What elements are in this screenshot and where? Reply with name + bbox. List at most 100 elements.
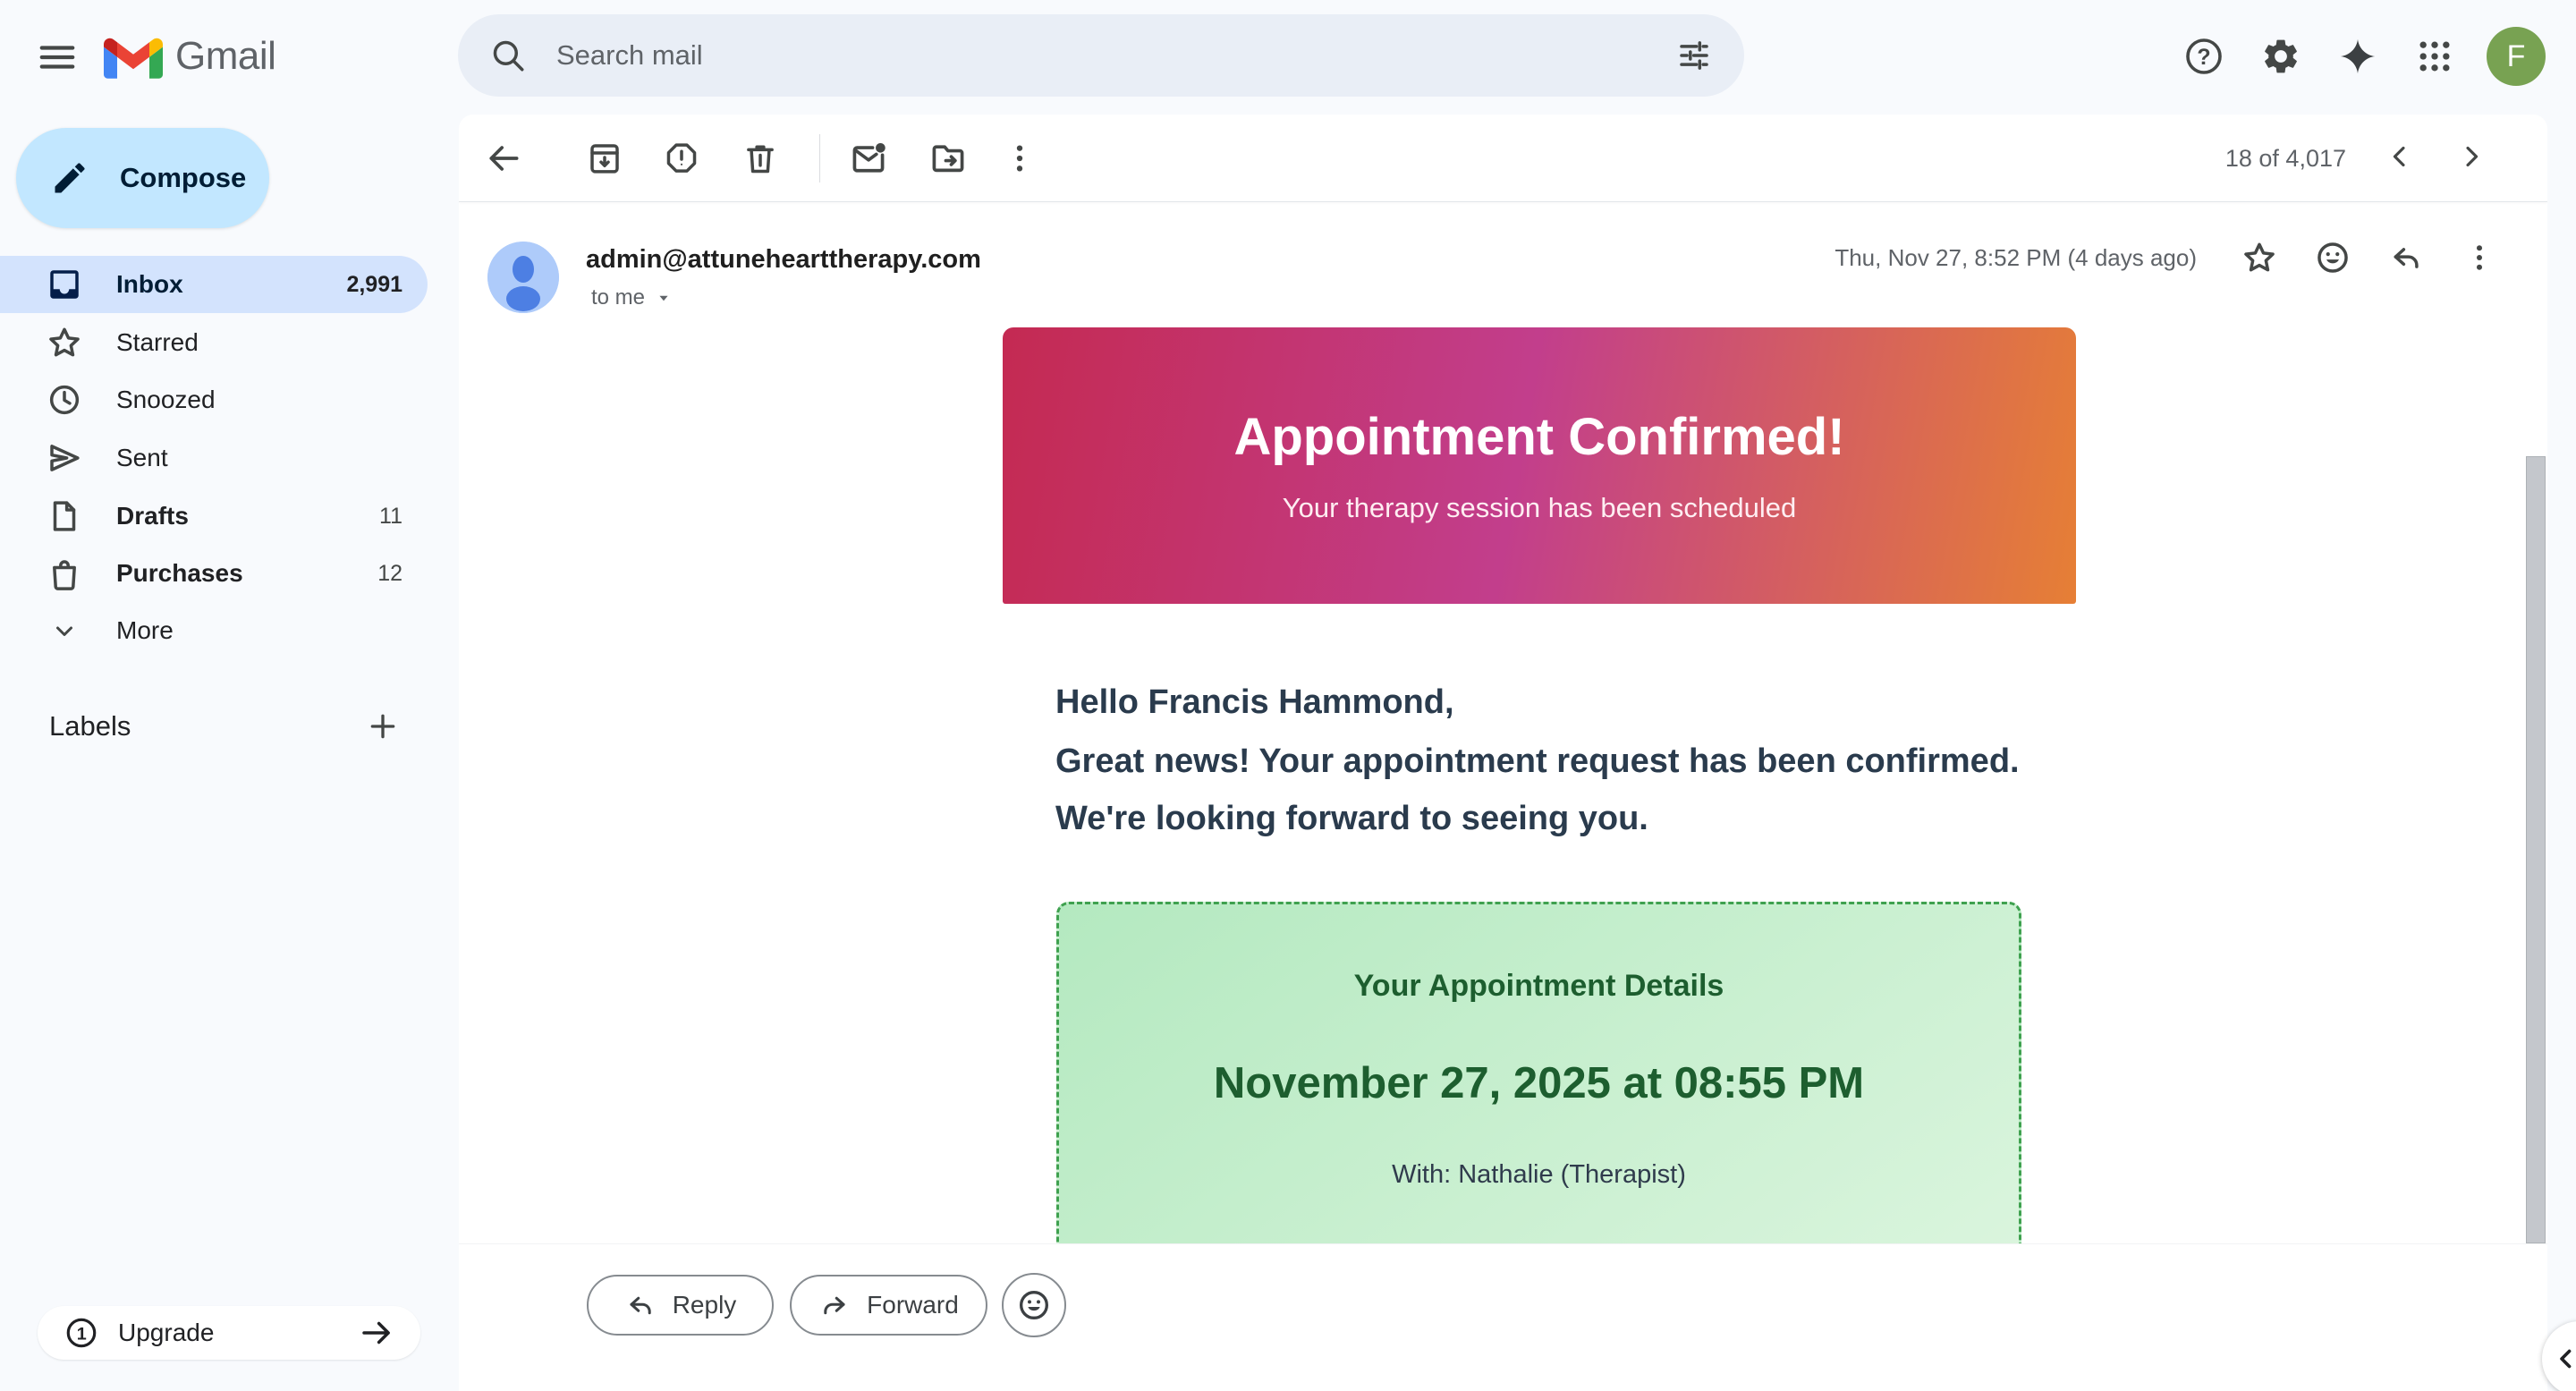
email-banner: Appointment Confirmed! Your therapy sess… bbox=[1003, 327, 2076, 604]
scrollbar-thumb[interactable] bbox=[2526, 456, 2546, 1243]
newer-email-button[interactable] bbox=[2375, 131, 2425, 182]
sidebar-item-starred[interactable]: Starred bbox=[0, 314, 428, 371]
sidebar-item-count: 2,991 bbox=[346, 272, 402, 298]
circled-one-icon: 1 bbox=[64, 1316, 98, 1350]
labels-heading: Labels bbox=[49, 710, 131, 742]
recipient-label: to me bbox=[591, 285, 645, 310]
mail-pane: 18 of 4,017 admin@attunehearttherapy.com… bbox=[459, 115, 2547, 1391]
tune-icon bbox=[1675, 37, 1713, 74]
plus-icon bbox=[365, 708, 401, 744]
svg-text:1: 1 bbox=[77, 1324, 87, 1344]
arrow-right-icon bbox=[358, 1314, 395, 1352]
svg-text:?: ? bbox=[2197, 45, 2210, 70]
appointment-details-box: Your Appointment Details November 27, 20… bbox=[1056, 902, 2021, 1243]
message-scroll-area[interactable]: admin@attunehearttherapy.com to me Thu, … bbox=[459, 202, 2547, 1243]
pagination-status: 18 of 4,017 bbox=[2123, 142, 2346, 174]
sidebar-item-sent[interactable]: Sent bbox=[0, 429, 428, 487]
file-icon bbox=[45, 497, 84, 535]
details-datetime: November 27, 2025 at 08:55 PM bbox=[1059, 1058, 2019, 1108]
inbox-icon bbox=[45, 266, 84, 303]
reply-icon-button[interactable] bbox=[2383, 234, 2429, 281]
search-options-button[interactable] bbox=[1669, 30, 1719, 81]
sidebar-item-label: Starred bbox=[116, 328, 199, 357]
smiley-icon bbox=[2314, 239, 2351, 276]
toolbar-divider bbox=[819, 134, 820, 182]
forward-label: Forward bbox=[867, 1291, 959, 1319]
sidebar-item-inbox[interactable]: Inbox 2,991 bbox=[0, 256, 428, 313]
gmail-app: Gmail ? bbox=[0, 0, 2576, 1391]
gmail-logo: Gmail bbox=[104, 34, 275, 79]
sidebar-item-label: Drafts bbox=[116, 502, 189, 530]
add-reaction-button[interactable] bbox=[1002, 1273, 1066, 1337]
add-label-button[interactable] bbox=[358, 701, 408, 751]
sidebar-item-label: Snoozed bbox=[116, 386, 216, 414]
topbar-actions: ? F bbox=[2179, 27, 2546, 86]
gmail-logo-text: Gmail bbox=[175, 34, 275, 79]
avatar-letter: F bbox=[2507, 39, 2526, 74]
envelope-dot-icon bbox=[849, 139, 888, 178]
message-more-button[interactable] bbox=[2456, 234, 2503, 281]
search-bar[interactable] bbox=[458, 14, 1744, 97]
gmail-m-icon bbox=[104, 34, 163, 79]
main-menu-button[interactable] bbox=[30, 30, 84, 84]
upgrade-label: Upgrade bbox=[118, 1319, 214, 1347]
report-spam-button[interactable] bbox=[657, 133, 707, 183]
labels-section: Labels bbox=[0, 700, 428, 753]
chevron-right-icon bbox=[2454, 140, 2488, 174]
move-to-button[interactable] bbox=[923, 133, 973, 183]
search-button[interactable] bbox=[483, 30, 533, 81]
sidebar-item-purchases[interactable]: Purchases 12 bbox=[0, 545, 428, 602]
gemini-button[interactable] bbox=[2333, 31, 2383, 81]
mark-unread-button[interactable] bbox=[843, 133, 894, 183]
help-icon: ? bbox=[2182, 35, 2225, 78]
body-line: We're looking forward to seeing you. bbox=[1055, 800, 2352, 838]
forward-button[interactable]: Forward bbox=[790, 1275, 987, 1336]
apps-grid-button[interactable] bbox=[2410, 31, 2460, 81]
banner-title: Appointment Confirmed! bbox=[1233, 407, 1844, 467]
settings-button[interactable] bbox=[2256, 31, 2306, 81]
upgrade-button[interactable]: 1 Upgrade bbox=[38, 1306, 420, 1360]
reply-arrow-icon bbox=[624, 1289, 657, 1321]
banner-subtitle: Your therapy session has been scheduled bbox=[1283, 492, 1796, 524]
shopping-bag-icon bbox=[45, 555, 84, 592]
emoji-reaction-button[interactable] bbox=[2309, 234, 2356, 281]
caret-down-icon bbox=[654, 288, 674, 308]
sidebar-item-count: 12 bbox=[377, 561, 402, 587]
folder-arrow-icon bbox=[928, 139, 968, 178]
details-therapist: With: Nathalie (Therapist) bbox=[1059, 1160, 2019, 1190]
search-icon bbox=[489, 37, 527, 74]
star-message-button[interactable] bbox=[2236, 234, 2283, 281]
recipient-toggle[interactable]: to me bbox=[586, 284, 679, 311]
body-line: Great news! Your appointment request has… bbox=[1055, 742, 2352, 781]
compose-label: Compose bbox=[120, 162, 246, 194]
gemini-sparkle-icon bbox=[2338, 37, 2377, 76]
dots-vertical-icon bbox=[2462, 241, 2496, 275]
compose-button[interactable]: Compose bbox=[16, 128, 269, 228]
octagon-exclaim-icon bbox=[663, 140, 700, 177]
gear-icon bbox=[2260, 36, 2301, 77]
sidebar-item-more[interactable]: More bbox=[0, 602, 428, 659]
hamburger-icon bbox=[37, 37, 78, 78]
smiley-icon bbox=[1016, 1287, 1052, 1323]
account-avatar[interactable]: F bbox=[2487, 27, 2546, 86]
archive-button[interactable] bbox=[580, 133, 630, 183]
delete-button[interactable] bbox=[735, 133, 785, 183]
star-icon bbox=[45, 324, 84, 361]
chevron-down-icon bbox=[45, 615, 84, 647]
pencil-icon bbox=[50, 158, 89, 198]
sender-avatar[interactable] bbox=[487, 242, 559, 313]
sidebar-item-drafts[interactable]: Drafts 11 bbox=[0, 488, 428, 545]
sidebar-item-label: Sent bbox=[116, 444, 168, 472]
message-date: Thu, Nov 27, 8:52 PM (4 days ago) bbox=[1835, 244, 2197, 272]
more-options-button[interactable] bbox=[995, 133, 1045, 183]
sender-email[interactable]: admin@attunehearttherapy.com bbox=[586, 245, 981, 275]
send-icon bbox=[45, 439, 84, 477]
reply-label: Reply bbox=[673, 1291, 737, 1319]
sidebar-item-snoozed[interactable]: Snoozed bbox=[0, 371, 428, 428]
search-input[interactable] bbox=[555, 38, 1669, 72]
back-button[interactable] bbox=[479, 133, 529, 183]
older-email-button[interactable] bbox=[2446, 131, 2496, 182]
reply-button[interactable]: Reply bbox=[587, 1275, 774, 1336]
sidebar-item-count: 11 bbox=[379, 504, 402, 530]
help-button[interactable]: ? bbox=[2179, 31, 2229, 81]
